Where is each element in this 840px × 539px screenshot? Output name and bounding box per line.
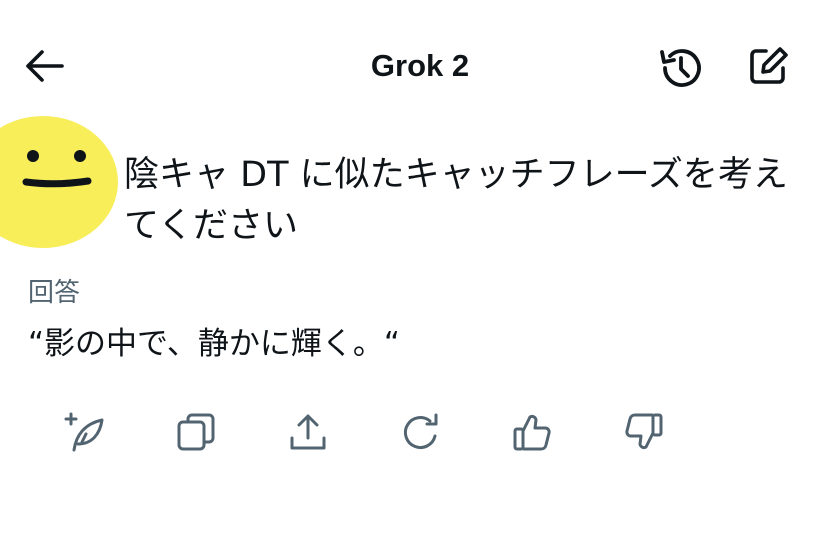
copy-icon	[177, 413, 215, 451]
share-icon	[290, 414, 326, 450]
user-message: 陰キャ DT に似たキャッチフレーズを考えてください	[124, 155, 788, 246]
thumbs-up-button[interactable]	[510, 410, 554, 454]
compose-icon	[750, 47, 788, 84]
thumbs-down-button[interactable]	[622, 410, 666, 454]
response-text: “影の中で、静かに輝く。“	[28, 326, 400, 362]
regenerate-button[interactable]	[398, 410, 442, 454]
regenerate-icon	[403, 413, 438, 449]
neutral-face-icon	[22, 150, 92, 188]
thumbs-down-icon	[625, 413, 663, 450]
share-button[interactable]	[286, 410, 330, 454]
new-post-button[interactable]	[62, 410, 106, 454]
response-actions	[0, 400, 840, 470]
page-title: Grok 2	[370, 48, 470, 83]
history-button[interactable]	[656, 44, 704, 92]
thumbs-up-icon	[513, 414, 551, 451]
top-bar: Grok 2	[0, 0, 840, 130]
new-chat-button[interactable]	[744, 42, 792, 90]
new-post-icon	[64, 412, 104, 452]
copy-button[interactable]	[174, 410, 218, 454]
avatar	[0, 116, 118, 248]
response-label: 回答	[28, 278, 81, 308]
history-icon	[660, 49, 701, 87]
